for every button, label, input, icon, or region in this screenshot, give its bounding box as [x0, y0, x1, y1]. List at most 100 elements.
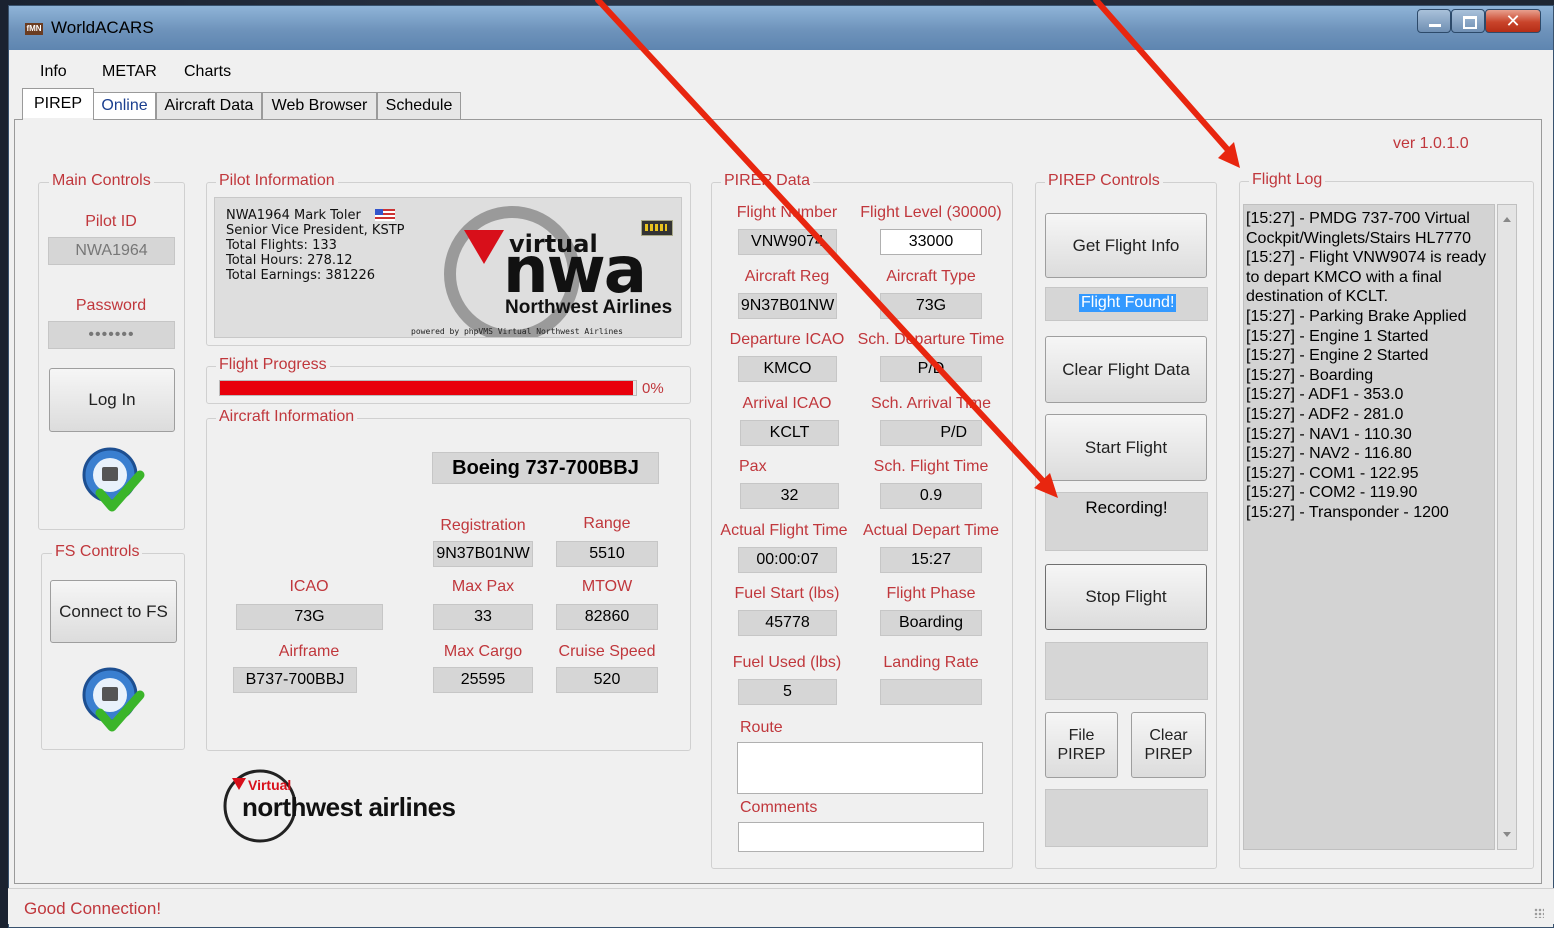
flight-log-line: [15:27] - ADF1 - 353.0 [1246, 386, 1404, 404]
range-field: 5510 [556, 541, 658, 567]
file-pirep-line-1: File [1068, 727, 1095, 744]
max-pax-field: 33 [433, 604, 533, 630]
status-text: Good Connection! [24, 899, 162, 918]
clear-pirep-label: Clear PIREP [1132, 726, 1205, 764]
get-flight-info-label: Get Flight Info [1072, 235, 1180, 255]
aircraft-reg-label: Aircraft Reg [744, 268, 830, 285]
file-pirep-line-2: PIREP [1057, 746, 1106, 763]
arrival-icao-field: KCLT [740, 420, 839, 446]
aircraft-name-field: Boeing 737-700BBJ [432, 452, 659, 484]
us-flag-icon [375, 209, 395, 221]
maximize-button[interactable] [1451, 9, 1485, 33]
sch-flight-time-field: 0.9 [880, 483, 982, 509]
flight-log-line: [15:27] - PMDG 737-700 Virtual [1246, 210, 1470, 227]
flight-log-line: [15:27] - ADF2 - 281.0 [1246, 405, 1404, 423]
pax-label: Pax [739, 458, 767, 475]
tab-web-browser[interactable]: Web Browser [262, 92, 377, 120]
recording-text: Recording! [1085, 498, 1168, 517]
password-label: Password [75, 297, 147, 314]
connection-check-icon [78, 445, 148, 515]
landing-rate-field [880, 679, 982, 705]
max-cargo-label: Max Cargo [443, 643, 523, 660]
comments-input[interactable] [738, 822, 984, 852]
pilot-banner: NWA1964 Mark Toler Senior Vice President… [214, 197, 682, 338]
departure-icao-field: KMCO [738, 356, 837, 382]
landing-rate-label: Landing Rate [883, 654, 979, 671]
start-flight-button[interactable]: Start Flight [1045, 414, 1207, 481]
tab-aircraft-data[interactable]: Aircraft Data [156, 92, 262, 120]
recording-status: Recording! [1045, 492, 1208, 551]
icao-field: 73G [236, 604, 383, 630]
flight-log-line: [15:27] - Engine 1 Started [1246, 327, 1429, 345]
tab-schedule[interactable]: Schedule [377, 92, 461, 120]
flight-log-text[interactable]: [15:27] - PMDG 737-700 Virtual Cockpit/Wi… [1243, 204, 1495, 850]
minimize-button[interactable] [1417, 9, 1451, 33]
password-field[interactable]: ••••••• [48, 321, 175, 349]
flight-number-label: Flight Number [736, 204, 838, 221]
flight-number-field: VNW9074 [738, 229, 837, 255]
title-bar[interactable]: fMN WorldACARS ✕ [9, 6, 1553, 50]
scroll-up-arrow-icon [1503, 217, 1511, 222]
pirep-status-box [1045, 789, 1208, 847]
arrival-icao-label: Arrival ICAO [742, 395, 832, 412]
start-flight-label: Start Flight [1084, 437, 1168, 457]
rank-badge-icon [641, 220, 673, 236]
route-label: Route [740, 719, 783, 736]
menu-metar[interactable]: METAR [102, 63, 157, 81]
aircraft-info-title: Aircraft Information [216, 408, 358, 426]
clear-flight-data-label: Clear Flight Data [1062, 359, 1190, 379]
footer-logo-virtual: Virtual [248, 777, 292, 793]
flight-log-line: [15:27] - Boarding [1246, 366, 1374, 384]
pax-field: 32 [740, 483, 839, 509]
menu-charts[interactable]: Charts [184, 63, 231, 81]
flight-phase-label: Flight Phase [886, 585, 976, 602]
airframe-label: Airframe [278, 643, 340, 660]
max-cargo-field: 25595 [433, 667, 533, 693]
clear-pirep-line-2: PIREP [1144, 746, 1193, 763]
main-controls-title: Main Controls [49, 172, 154, 190]
route-input[interactable] [737, 742, 983, 794]
file-pirep-button[interactable]: File PIREP [1045, 712, 1118, 778]
flight-log-line: [15:27] - Transponder - 1200 [1246, 503, 1449, 521]
flight-log-scrollbar[interactable] [1497, 204, 1517, 850]
actual-flight-time-field: 00:00:07 [738, 547, 837, 573]
footer-logo: Virtual northwest airlines [220, 766, 460, 846]
footer-logo-triangle-icon [232, 778, 246, 790]
app-icon: fMN [25, 23, 43, 35]
tab-online[interactable]: Online [93, 92, 156, 120]
mtow-field: 82860 [556, 604, 658, 630]
minimize-icon [1429, 24, 1441, 27]
scroll-down-arrow-icon [1503, 832, 1511, 837]
connect-to-fs-button[interactable]: Connect to FS [50, 580, 177, 643]
flight-progress-fill [220, 381, 634, 395]
close-button[interactable]: ✕ [1485, 9, 1541, 33]
file-pirep-label: File PIREP [1046, 726, 1117, 764]
fs-connected-check-icon [78, 665, 148, 735]
nwa-triangle-icon [464, 230, 504, 264]
tab-pirep[interactable]: PIREP [22, 88, 94, 120]
pilot-id-field[interactable]: NWA1964 [48, 237, 175, 265]
mtow-label: MTOW [581, 578, 633, 595]
get-flight-info-button[interactable]: Get Flight Info [1045, 213, 1207, 278]
clear-flight-data-button[interactable]: Clear Flight Data [1045, 336, 1207, 403]
fuel-start-label: Fuel Start (lbs) [734, 585, 840, 602]
login-button-label: Log In [88, 390, 136, 409]
clear-pirep-button[interactable]: Clear PIREP [1131, 712, 1206, 778]
aircraft-type-label: Aircraft Type [886, 268, 976, 285]
resize-grip-icon[interactable] [1534, 908, 1544, 918]
flight-level-input[interactable]: 33000 [880, 229, 982, 255]
version-label: ver 1.0.1.0 [1393, 135, 1469, 152]
login-button[interactable]: Log In [49, 368, 175, 432]
aircraft-type-field: 73G [880, 293, 982, 319]
sch-departure-time-field: P/D [880, 356, 982, 382]
close-icon: ✕ [1505, 11, 1521, 32]
pilot-id-label: Pilot ID [85, 213, 137, 230]
status-bar: Good Connection! [8, 888, 1554, 924]
menu-info[interactable]: Info [40, 63, 67, 81]
max-pax-label: Max Pax [451, 578, 515, 595]
flight-log-line: Cockpit/Winglets/Stairs HL7770 [1246, 229, 1471, 247]
flight-phase-field: Boarding [880, 610, 982, 636]
flight-log-line: [15:27] - NAV2 - 116.80 [1246, 445, 1412, 463]
pilot-info-line-2: Senior Vice President, KSTP [226, 223, 405, 238]
stop-flight-button[interactable]: Stop Flight [1045, 564, 1207, 630]
